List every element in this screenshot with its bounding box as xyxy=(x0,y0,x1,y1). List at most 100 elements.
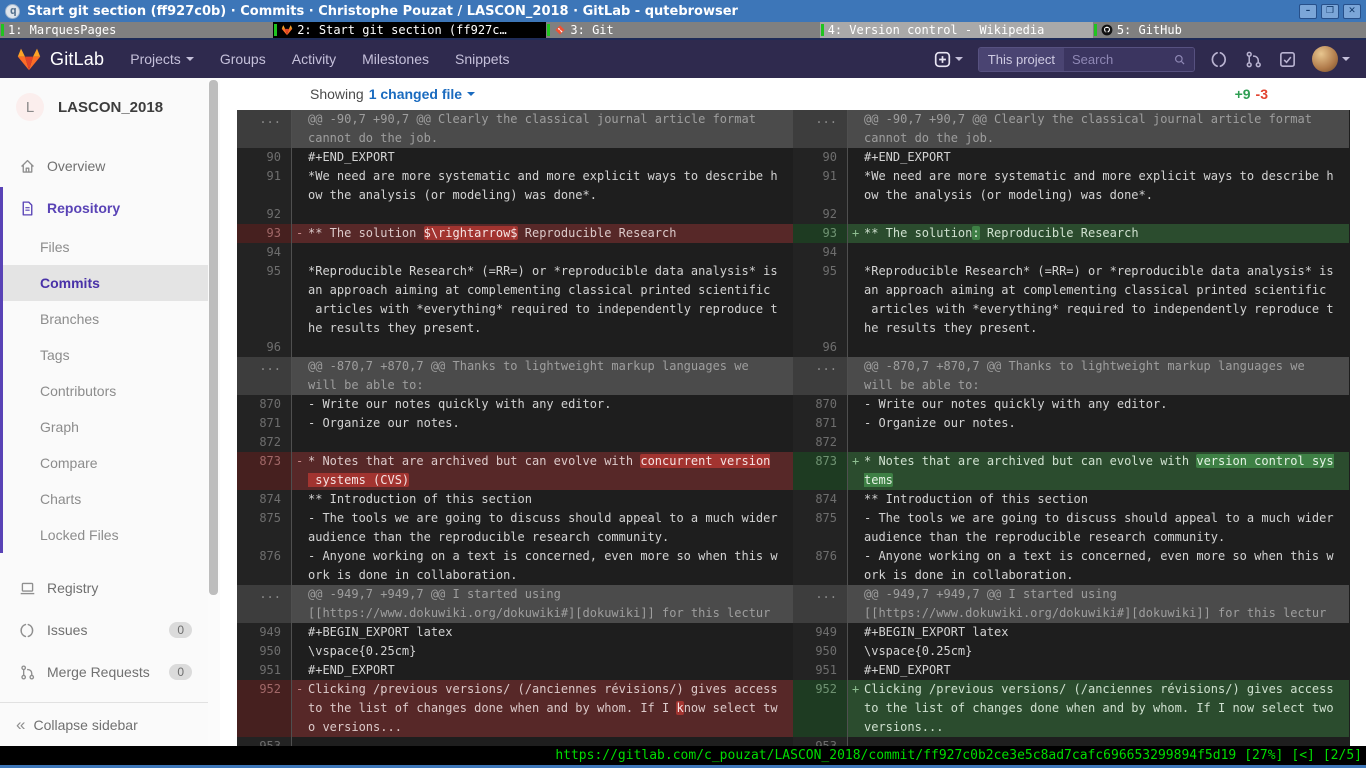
issues-icon xyxy=(19,622,36,639)
tab-load-indicator xyxy=(1094,24,1097,36)
sidebar-item-overview[interactable]: Overview xyxy=(3,145,208,187)
diff-line-content: +* Notes that are archived but can evolv… xyxy=(847,452,1349,490)
new-menu-button[interactable] xyxy=(934,51,963,68)
line-number[interactable]: 876 xyxy=(237,547,291,585)
line-number[interactable]: 90 xyxy=(793,148,847,167)
issues-nav-button[interactable] xyxy=(1210,50,1229,69)
window-titlebar: Start git section (ff927c0b) · Commits ·… xyxy=(0,0,1366,22)
line-number[interactable]: ... xyxy=(237,110,291,148)
line-number[interactable]: 949 xyxy=(793,623,847,642)
line-number[interactable]: 873 xyxy=(237,452,291,490)
diff-row-old-950: 950\vspace{0.25cm} xyxy=(237,642,793,661)
line-number[interactable]: 92 xyxy=(237,205,291,224)
line-number[interactable]: 874 xyxy=(237,490,291,509)
line-number[interactable]: ... xyxy=(793,357,847,395)
sidebar-subitem-charts[interactable]: Charts xyxy=(3,481,208,517)
line-number[interactable]: 875 xyxy=(237,509,291,547)
sidebar-item-issues[interactable]: Issues0 xyxy=(3,609,208,651)
line-number[interactable]: ... xyxy=(793,585,847,623)
sidebar-subitem-contributors[interactable]: Contributors xyxy=(3,373,208,409)
line-number[interactable]: 94 xyxy=(793,243,847,262)
sidebar-scrollbar[interactable] xyxy=(208,78,220,746)
line-number[interactable]: 96 xyxy=(237,338,291,357)
line-number[interactable]: 953 xyxy=(237,737,291,746)
nav-link-projects[interactable]: Projects xyxy=(130,51,194,67)
line-number[interactable]: 875 xyxy=(793,509,847,547)
minimize-button[interactable]: – xyxy=(1299,4,1317,19)
nav-link-activity[interactable]: Activity xyxy=(292,51,336,67)
sidebar-item-registry[interactable]: Registry xyxy=(3,567,208,609)
line-number[interactable]: 873 xyxy=(793,452,847,490)
project-sidebar: L LASCON_2018 OverviewRepositoryFilesCom… xyxy=(0,78,208,746)
browser-tab-2[interactable]: 2: Start git section (ff927c… xyxy=(273,22,546,38)
browser-tab-3[interactable]: 3: Git xyxy=(546,22,819,38)
line-number[interactable]: 95 xyxy=(237,262,291,338)
diff-line-content xyxy=(291,338,793,357)
line-number[interactable]: 94 xyxy=(237,243,291,262)
line-number[interactable]: 93 xyxy=(237,224,291,243)
sidebar-subitem-graph[interactable]: Graph xyxy=(3,409,208,445)
line-number[interactable]: 871 xyxy=(793,414,847,433)
nav-link-milestones[interactable]: Milestones xyxy=(362,51,429,67)
close-button[interactable]: ✕ xyxy=(1343,4,1361,19)
collapse-sidebar-button[interactable]: « Collapse sidebar xyxy=(0,702,208,746)
line-number[interactable]: 96 xyxy=(793,338,847,357)
diff-line-content xyxy=(847,243,1349,262)
changed-files-dropdown[interactable]: 1 changed file xyxy=(369,86,475,102)
sidebar-subitem-tags[interactable]: Tags xyxy=(3,337,208,373)
sidebar-subitem-files[interactable]: Files xyxy=(3,229,208,265)
line-number[interactable]: 952 xyxy=(793,680,847,737)
line-number[interactable]: 951 xyxy=(793,661,847,680)
line-number[interactable]: ... xyxy=(793,110,847,148)
line-number[interactable]: 91 xyxy=(237,167,291,205)
line-number[interactable]: 876 xyxy=(793,547,847,585)
search-input[interactable]: Search xyxy=(1064,48,1194,71)
nav-link-groups[interactable]: Groups xyxy=(220,51,266,67)
line-number[interactable]: 950 xyxy=(237,642,291,661)
line-number[interactable]: 872 xyxy=(237,433,291,452)
line-number[interactable]: 872 xyxy=(793,433,847,452)
search-scope-chip[interactable]: This project xyxy=(979,48,1064,71)
search-box[interactable]: This project Search xyxy=(978,47,1195,72)
sidebar-section-repository: RepositoryFilesCommitsBranchesTagsContri… xyxy=(0,187,208,553)
project-header[interactable]: L LASCON_2018 xyxy=(0,78,208,131)
line-number[interactable]: 949 xyxy=(237,623,291,642)
browser-tab-5[interactable]: 5: GitHub xyxy=(1093,22,1366,38)
additions-count: +9 xyxy=(1235,86,1251,102)
line-number[interactable]: 871 xyxy=(237,414,291,433)
maximize-button[interactable]: ❐ xyxy=(1321,4,1339,19)
line-number[interactable]: 952 xyxy=(237,680,291,737)
line-number[interactable]: 951 xyxy=(237,661,291,680)
browser-tab-4[interactable]: 4: Version control - Wikipedia xyxy=(820,22,1093,38)
nav-link-snippets[interactable]: Snippets xyxy=(455,51,509,67)
line-number[interactable]: 91 xyxy=(793,167,847,205)
line-number[interactable]: 92 xyxy=(793,205,847,224)
gitlab-logo[interactable]: GitLab xyxy=(16,47,104,71)
sidebar-subitem-commits[interactable]: Commits xyxy=(3,265,208,301)
sidebar-subitem-compare[interactable]: Compare xyxy=(3,445,208,481)
sidebar-subitem-locked-files[interactable]: Locked Files xyxy=(3,517,208,553)
diff-pane-old: ...@@ -90,7 +90,7 @@ Clearly the classic… xyxy=(237,110,793,746)
sidebar-subitem-branches[interactable]: Branches xyxy=(3,301,208,337)
line-number[interactable]: 93 xyxy=(793,224,847,243)
line-number[interactable]: 870 xyxy=(793,395,847,414)
line-number[interactable]: 874 xyxy=(793,490,847,509)
diff-line-content: - Organize our notes. xyxy=(291,414,793,433)
diff-line-content xyxy=(847,338,1349,357)
merge-requests-nav-button[interactable] xyxy=(1244,50,1263,69)
user-menu[interactable] xyxy=(1312,46,1350,72)
sidebar-scrollbar-thumb[interactable] xyxy=(209,80,218,595)
line-number[interactable]: 950 xyxy=(793,642,847,661)
browser-tab-1[interactable]: 1: MarquesPages xyxy=(0,22,273,38)
line-number[interactable]: 95 xyxy=(793,262,847,338)
tab-load-indicator xyxy=(821,24,824,36)
todos-nav-button[interactable] xyxy=(1278,50,1297,69)
line-number[interactable]: ... xyxy=(237,357,291,395)
line-number[interactable]: 90 xyxy=(237,148,291,167)
line-number[interactable]: 953 xyxy=(793,737,847,746)
sidebar-item-repository[interactable]: Repository xyxy=(3,187,208,229)
sidebar-item-label: Merge Requests xyxy=(47,664,150,680)
sidebar-item-merge-requests[interactable]: Merge Requests0 xyxy=(3,651,208,693)
line-number[interactable]: 870 xyxy=(237,395,291,414)
line-number[interactable]: ... xyxy=(237,585,291,623)
